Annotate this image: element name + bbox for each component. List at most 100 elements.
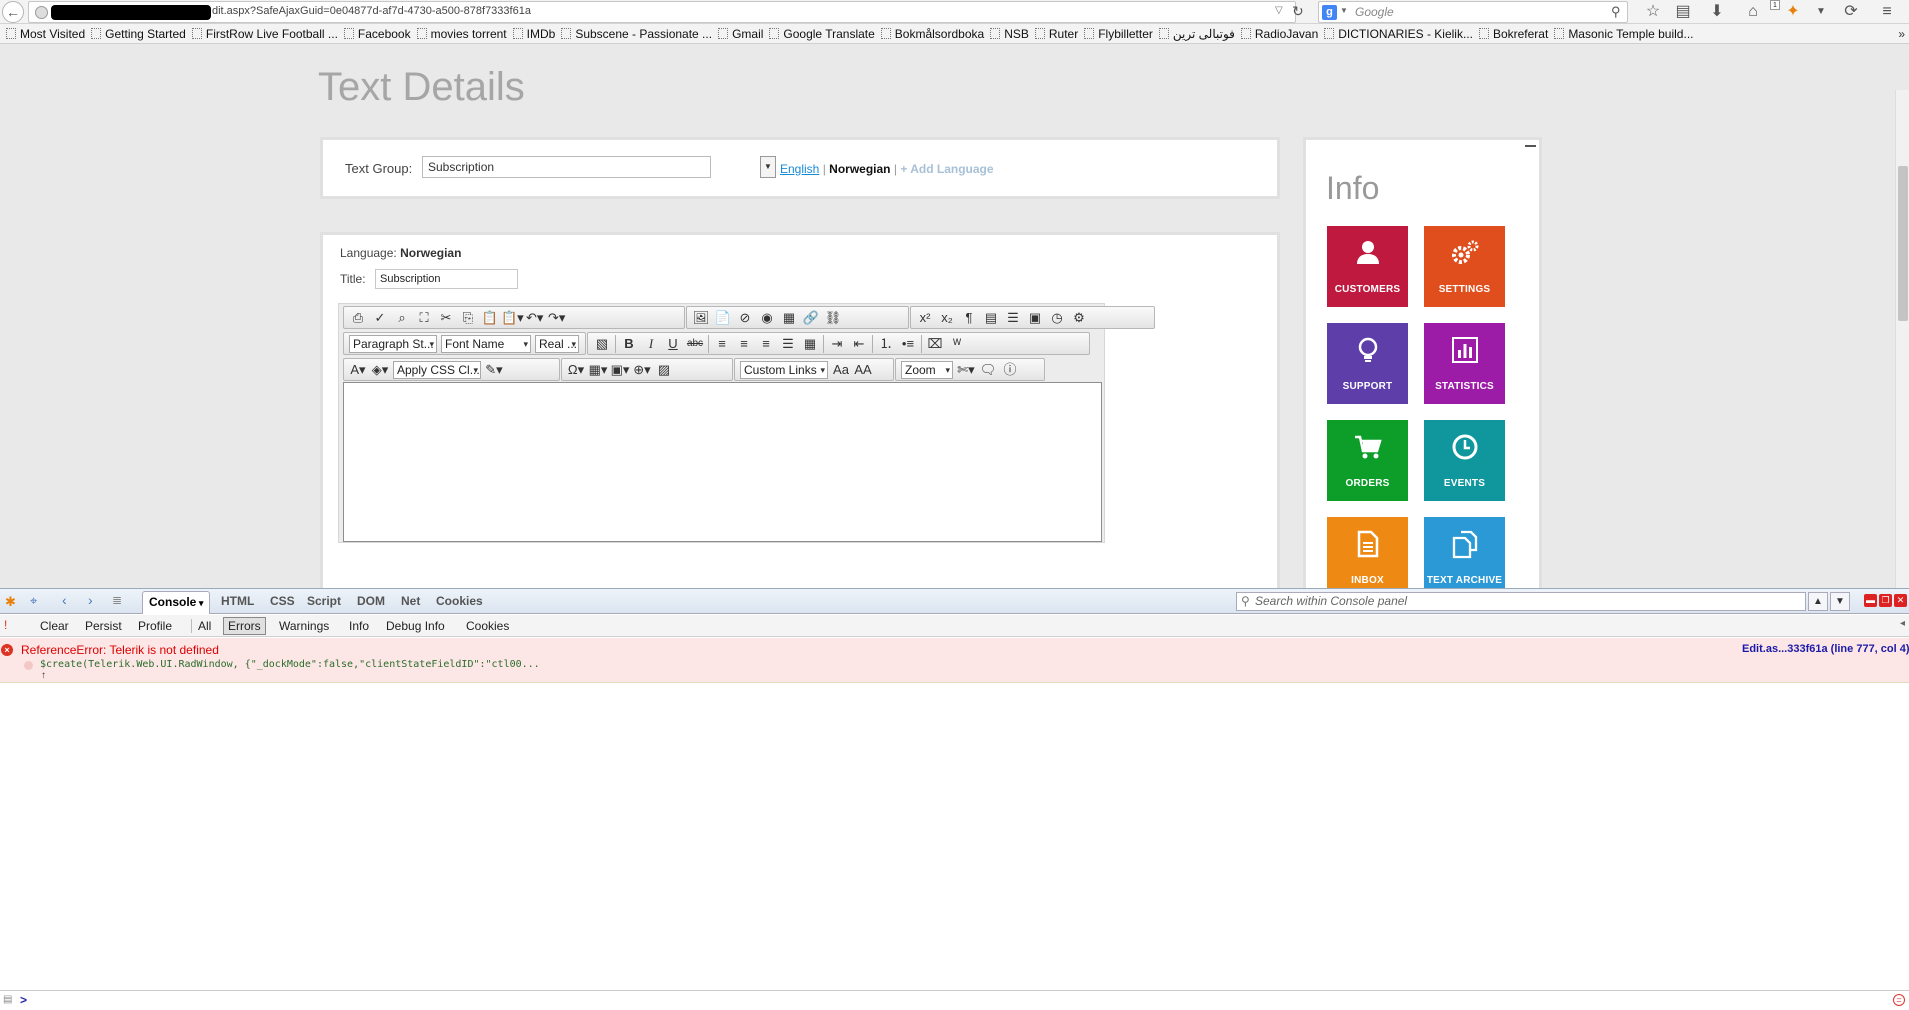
snippet-icon[interactable]: ▤ [980,308,1002,328]
align-left-icon[interactable]: ≡ [711,334,733,354]
align-right-icon[interactable]: ≡ [755,334,777,354]
download-icon[interactable]: ⬇ [1706,2,1728,22]
chevron-down-icon[interactable]: ▾ [196,598,204,608]
bookmark-item[interactable]: Masonic Temple build... [1554,24,1694,43]
firebug-icon[interactable]: ✱ [5,594,16,610]
tile-customers[interactable]: CUSTOMERS [1327,226,1408,307]
error-message[interactable]: ReferenceError: Telerik is not defined [21,643,219,657]
search-next-button[interactable]: ▼ [1830,592,1850,611]
strikethrough-icon[interactable]: abc [684,334,706,354]
breakpoint-icon[interactable] [24,661,33,670]
console-btn-persist[interactable]: Persist [85,618,122,634]
chevron-left-icon[interactable]: ‹ [62,592,67,608]
superscript-icon[interactable]: x² [914,308,936,328]
bookmark-item[interactable]: Bokreferat [1478,24,1548,43]
addon-icon[interactable]: ✦ [1782,2,1804,22]
inspect-icon[interactable]: ⌖ [30,593,37,609]
remove-alignment-icon[interactable]: ▦ [799,334,821,354]
back-color-icon[interactable]: ◈▾ [369,360,391,380]
chevron-left-icon[interactable]: ◂ [1900,618,1905,629]
insert-table-icon[interactable]: ▦▾ [587,360,609,380]
star-bookmark-icon[interactable]: ☆ [1642,2,1664,22]
bookmark-item[interactable]: Bokmålsordboka [880,24,984,43]
sync-icon[interactable]: ⟳ [1840,2,1862,22]
firebug-tab-css[interactable]: CSS [270,594,295,608]
paragraph-style-dropdown[interactable]: Paragraph St... [349,334,437,353]
google-icon[interactable]: g [1322,5,1337,20]
flash-manager-icon[interactable]: ⊘ [734,308,756,328]
console-btn-clear[interactable]: Clear [40,618,69,634]
minimize-icon[interactable] [1525,145,1536,147]
outdent-icon[interactable]: ⇤ [848,334,870,354]
bookmark-item[interactable]: DICTIONARIES - Kielik... [1324,24,1473,43]
chevron-right-icon[interactable]: › [88,592,93,608]
firebug-tab-cookies[interactable]: Cookies [436,594,483,608]
console-btn-cookies[interactable]: Cookies [466,618,509,634]
console-btn-profile[interactable]: Profile [138,618,172,634]
search-bar[interactable]: g ▼ Google ⚲ [1318,1,1628,23]
italic-icon[interactable]: I [640,334,662,354]
error-location-link[interactable]: Edit.as...333f61a (line 777, col 4) [1742,643,1909,655]
console-error-row[interactable]: × ReferenceError: Telerik is not defined… [0,638,1909,683]
print-icon[interactable]: ⎙ [347,308,369,328]
document-manager-icon[interactable]: 📄 [712,308,734,328]
bookmark-item[interactable]: RadioJavan [1240,24,1318,43]
page-vertical-scrollbar[interactable] [1895,90,1909,588]
fore-color-icon[interactable]: A▾ [347,360,369,380]
format-stripper-icon[interactable]: ⌧ [924,334,946,354]
custom-links-dropdown[interactable]: Custom Links [740,360,828,379]
justify-icon[interactable]: ☰ [777,334,799,354]
bookmark-item[interactable]: NSB [990,24,1029,43]
tile-settings[interactable]: SETTINGS [1424,226,1505,307]
reading-list-icon[interactable]: ▤ [1672,2,1694,22]
zoom-dropdown[interactable]: Zoom [901,360,953,379]
ajax-spellcheck-icon[interactable]: ᵂ [946,334,968,354]
firebug-tab-net[interactable]: Net [401,594,420,608]
firebug-tab-console[interactable]: Console ▾ [142,591,211,614]
url-bar[interactable]: dit.aspx?SafeAjaxGuid=0e04877d-af7d-4730… [28,1,1304,23]
firebug-tab-html[interactable]: HTML [221,594,254,608]
command-editor-icon[interactable]: ≣ [112,593,122,607]
tile-support[interactable]: SUPPORT [1327,323,1408,404]
indent-icon[interactable]: ⇥ [826,334,848,354]
bookmark-item[interactable]: IMDb [512,24,555,43]
command-menu-icon[interactable]: ▤ [3,994,12,1005]
redo-icon[interactable]: ↷▾ [546,308,568,328]
console-btn-info[interactable]: Info [349,618,369,634]
bookmark-item[interactable]: Subscene - Passionate ... [561,24,712,43]
insert-custom-icon[interactable]: ⊕▾ [631,360,653,380]
bullet-list-icon[interactable]: •≡ [897,334,919,354]
minimize-firebug-icon[interactable]: ▬ [1864,594,1877,607]
template-manager-icon[interactable]: ▦ [778,308,800,328]
bookmark-item[interactable]: Gmail [718,24,763,43]
copy-icon[interactable]: ⎘ [457,308,479,328]
bookmark-item[interactable]: Flybilletter [1084,24,1153,43]
title-input[interactable]: Subscription [375,269,518,289]
undo-icon[interactable]: ↶▾ [524,308,546,328]
cut-icon[interactable]: ✂ [435,308,457,328]
subscript-icon[interactable]: x₂ [936,308,958,328]
tile-text-archive[interactable]: TEXT ARCHIVE [1424,517,1505,588]
close-firebug-icon[interactable]: ✕ [1894,594,1907,607]
tile-inbox[interactable]: INBOX [1327,517,1408,588]
bookmark-item[interactable]: FirstRow Live Football ... [191,24,338,43]
image-manager-icon[interactable]: 🖼 [690,308,712,328]
firebug-tab-script[interactable]: Script [307,594,341,608]
console-btn-all[interactable]: All [198,618,211,634]
command-line[interactable]: ▤ > = [0,990,1909,1010]
track-changes-icon[interactable]: ✄▾ [955,360,977,380]
console-btn-errors[interactable]: Errors [223,617,266,635]
format-brush-icon[interactable]: ✎▾ [483,360,505,380]
unlink-icon[interactable]: ⛓ [822,308,844,328]
tile-events[interactable]: EVENTS [1424,420,1505,501]
paste-options-icon[interactable]: 📋▾ [501,308,524,328]
bookmark-item[interactable]: Getting Started [91,24,186,43]
media-manager-icon[interactable]: ◉ [756,308,778,328]
search-icon[interactable]: ⚲ [1611,4,1621,20]
chevron-down-icon[interactable]: ▼ [760,156,776,178]
command-editor-toggle-icon[interactable]: = [1893,994,1905,1006]
font-size-dropdown[interactable]: Real ... [535,334,579,353]
scrollbar-thumb[interactable] [1898,166,1908,321]
tile-orders[interactable]: ORDERS [1327,420,1408,501]
convert-upper-icon[interactable]: AA [852,360,874,380]
